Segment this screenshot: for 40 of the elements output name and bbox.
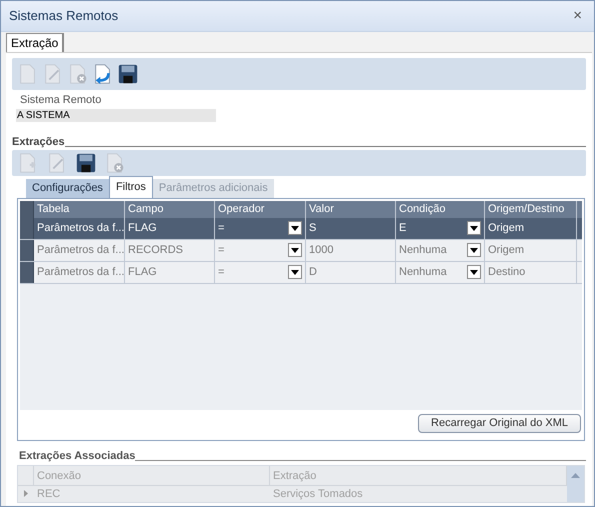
row-header[interactable]: [20, 240, 34, 260]
close-button[interactable]: ×: [569, 4, 586, 28]
section-title: Extrações: [12, 136, 65, 148]
table-cell-text: Origem: [488, 242, 524, 258]
table-row[interactable]: Parâmetros da f... FLAG = D Nenhuma Destino: [20, 262, 582, 284]
window-title: Sistemas Remotos: [9, 7, 118, 26]
table-cell-text: D: [309, 264, 317, 280]
table-cell-text: Nenhuma: [399, 242, 447, 258]
table-cell-text: =: [218, 220, 224, 236]
scrollbar[interactable]: [567, 466, 584, 502]
corner-header: [20, 200, 34, 218]
table-cell-text: Destino: [488, 264, 526, 280]
table-row[interactable]: Parâmetros da f... RECORDS = 1000 Nenhuma Origem: [20, 240, 582, 262]
table-cell-text: FLAG: [128, 264, 157, 280]
table-cell-text: S: [309, 220, 316, 236]
expand-arrow-icon[interactable]: [24, 490, 28, 497]
table-cell-text: Parâmetros da f...: [37, 242, 124, 258]
table-cell-text: =: [218, 264, 224, 280]
section-title: Extrações Associadas: [19, 450, 136, 462]
table-cell-text: E: [399, 220, 406, 236]
table-cell-text: Serviços Tomados: [272, 486, 364, 502]
table-cell-text: 1000: [309, 242, 334, 258]
table-cell-text: REC: [36, 486, 62, 502]
table-cell-text: FLAG: [128, 220, 157, 236]
table-cell-text: RECORDS: [128, 242, 184, 258]
reload-xml-button[interactable]: Recarregar Original do XML: [418, 414, 581, 433]
row-header[interactable]: [20, 262, 34, 282]
table-cell-text: Nenhuma: [399, 264, 447, 280]
table-cell-text: Origem: [488, 220, 524, 236]
save-icon[interactable]: [116, 62, 140, 86]
tab[interactable]: Extração: [6, 33, 64, 52]
table-cell-text: =: [218, 242, 224, 258]
field-label: Sistema Remoto: [20, 93, 102, 108]
table-cell-text: Parâmetros da f...: [37, 264, 124, 280]
tab[interactable]: Filtros: [108, 176, 153, 198]
tab[interactable]: Configurações: [26, 178, 109, 198]
table-cell-text: Parâmetros da f...: [37, 220, 124, 236]
table-row[interactable]: Parâmetros da f... FLAG = S E Origem: [20, 218, 582, 240]
sistema-remoto-field[interactable]: A SISTEMA: [16, 108, 216, 122]
column-header[interactable]: Conexão: [34, 466, 270, 484]
